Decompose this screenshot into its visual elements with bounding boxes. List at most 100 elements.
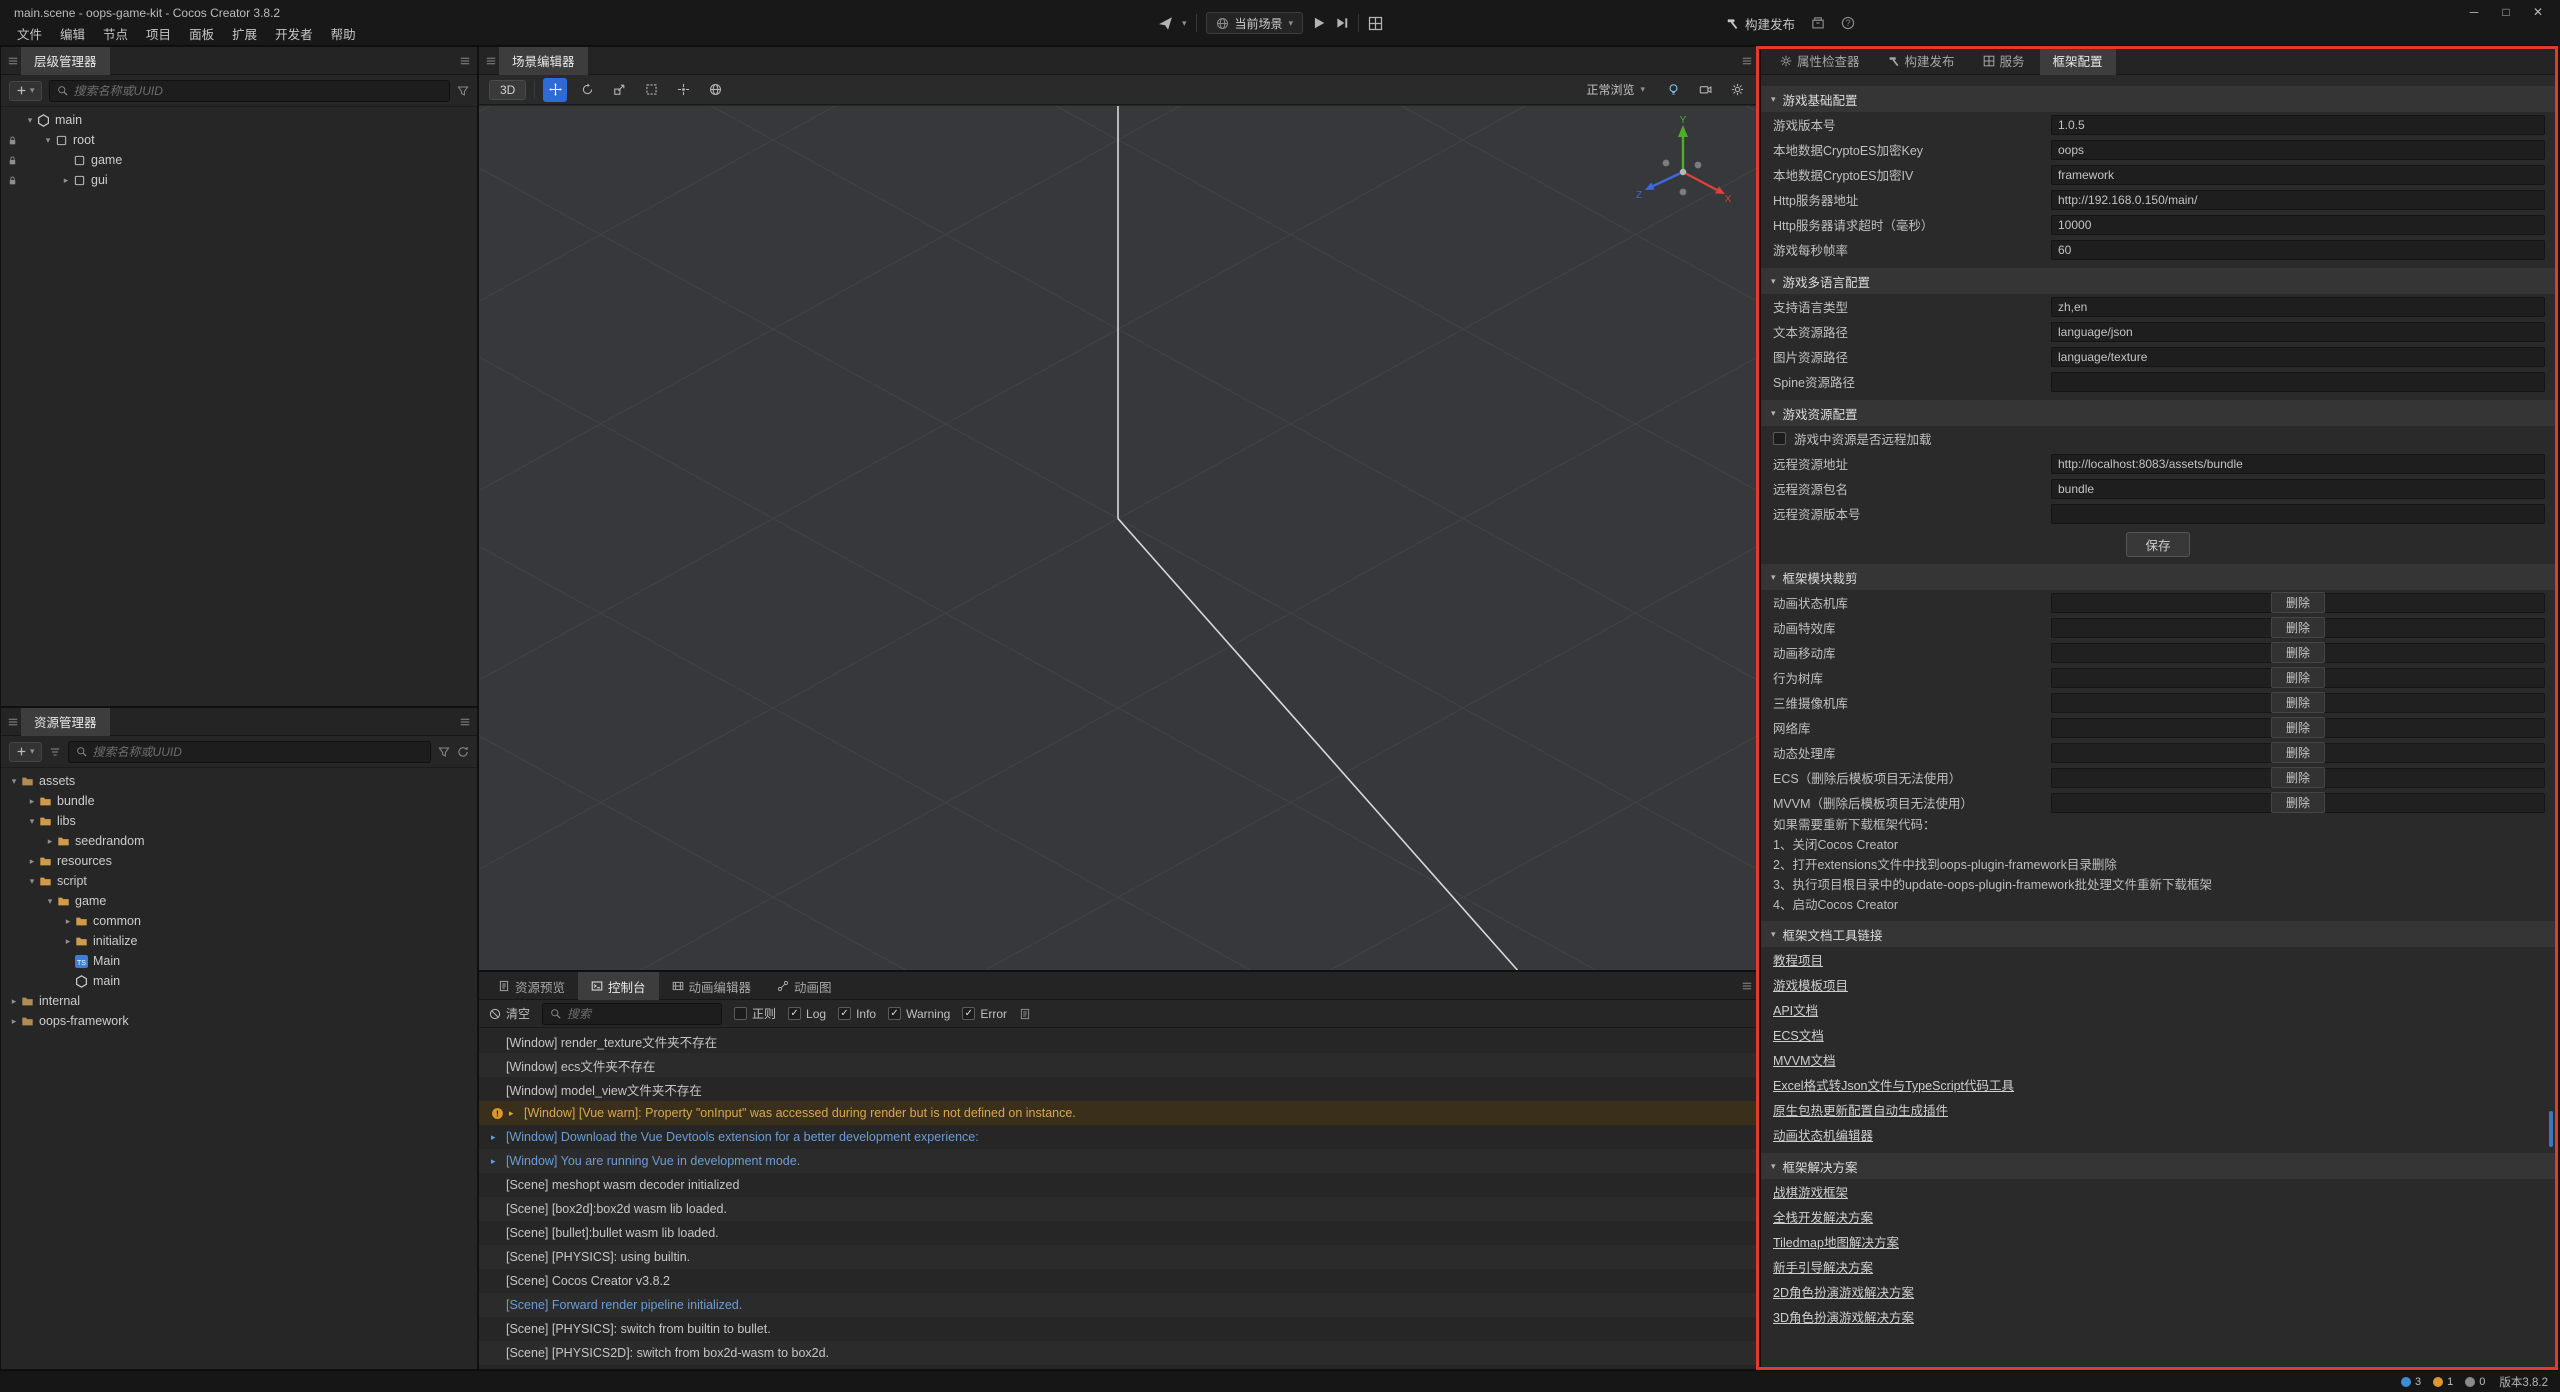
- rotate-tool[interactable]: [575, 78, 599, 102]
- lighting-toggle[interactable]: [1661, 78, 1685, 102]
- doc-link[interactable]: Excel格式转Json文件与TypeScript代码工具: [1773, 1075, 2014, 1094]
- property-input[interactable]: [2051, 372, 2545, 392]
- log-row[interactable]: [Scene] Cocos Creator v3.8.2: [479, 1269, 1759, 1293]
- section-header-solutions[interactable]: ▾ 框架解决方案: [1761, 1153, 2555, 1179]
- tree-node[interactable]: ▸gui: [1, 170, 477, 190]
- filter-error[interactable]: Error: [962, 1007, 1007, 1021]
- assets-search-input[interactable]: [93, 745, 423, 759]
- property-input[interactable]: [2051, 140, 2545, 160]
- hierarchy-search[interactable]: [49, 80, 450, 102]
- more-menu-icon[interactable]: [459, 55, 471, 67]
- build-publish-button[interactable]: 构建发布: [1726, 14, 1795, 33]
- scene-settings-button[interactable]: [1725, 78, 1749, 102]
- tree-node[interactable]: ▸resources: [1, 851, 477, 871]
- expander-icon[interactable]: ▸: [491, 1132, 506, 1143]
- mode-3d-button[interactable]: 3D: [489, 80, 526, 100]
- assets-search[interactable]: [68, 741, 431, 763]
- scrollbar-thumb[interactable]: [2549, 1111, 2553, 1147]
- property-input[interactable]: [2051, 297, 2545, 317]
- anchor-tool[interactable]: [671, 78, 695, 102]
- expand-arrow[interactable]: ▸: [25, 856, 39, 867]
- console-search-input[interactable]: [567, 1007, 722, 1021]
- property-input[interactable]: [2051, 115, 2545, 135]
- tab-assets[interactable]: 资源管理器: [21, 708, 110, 736]
- expand-arrow[interactable]: ▾: [41, 135, 55, 146]
- tab-服务[interactable]: 服务: [1970, 47, 2038, 75]
- tree-node[interactable]: ▸seedrandom: [1, 831, 477, 851]
- log-row[interactable]: [Window] render_texture文件夹不存在: [479, 1029, 1759, 1053]
- solution-link[interactable]: Tiledmap地图解决方案: [1773, 1232, 1899, 1251]
- preview-chevron-icon[interactable]: ▾: [1182, 18, 1187, 29]
- filter-icon[interactable]: [457, 85, 469, 97]
- regex-checkbox[interactable]: [734, 1007, 747, 1020]
- tab-scene-editor[interactable]: 场景编辑器: [499, 47, 588, 75]
- log-row[interactable]: [Scene] [PHYSICS]: using builtin.: [479, 1245, 1759, 1269]
- tab-框架配置[interactable]: 框架配置: [2040, 47, 2116, 75]
- tree-node[interactable]: ▸oops-framework: [1, 1011, 477, 1031]
- section-header-docs-links[interactable]: ▾ 框架文档工具链接: [1761, 921, 2555, 947]
- more-menu-icon[interactable]: [1741, 55, 1753, 67]
- more-menu-icon[interactable]: [1741, 980, 1753, 992]
- filter-icon[interactable]: [438, 746, 450, 758]
- tree-node[interactable]: ▾main: [1, 110, 477, 130]
- hierarchy-search-input[interactable]: [74, 84, 442, 98]
- tree-node[interactable]: ▸internal: [1, 991, 477, 1011]
- delete-button[interactable]: 删除: [2271, 592, 2325, 613]
- doc-link[interactable]: API文档: [1773, 1000, 1818, 1019]
- property-input[interactable]: [2051, 165, 2545, 185]
- expand-arrow[interactable]: ▸: [61, 936, 75, 947]
- tree-node[interactable]: ▸bundle: [1, 791, 477, 811]
- tree-node[interactable]: ▾assets: [1, 771, 477, 791]
- log-row[interactable]: ▸[Window] Download the Vue Devtools exte…: [479, 1125, 1759, 1149]
- panel-menu-icon[interactable]: [7, 716, 19, 728]
- tree-node[interactable]: game: [1, 150, 477, 170]
- panel-menu-icon[interactable]: [485, 55, 497, 67]
- delete-button[interactable]: 删除: [2271, 667, 2325, 688]
- log-row[interactable]: !▸[Window] [Vue warn]: Property "onInput…: [479, 1101, 1759, 1125]
- more-menu-icon[interactable]: [459, 716, 471, 728]
- close-button[interactable]: ✕: [2522, 0, 2554, 24]
- solution-link[interactable]: 战棋游戏框架: [1773, 1182, 1848, 1201]
- orientation-gizmo[interactable]: Y X Z: [1631, 116, 1731, 216]
- doc-link[interactable]: ECS文档: [1773, 1025, 1824, 1044]
- checkbox-error[interactable]: [962, 1007, 975, 1020]
- create-node-button[interactable]: ▾: [9, 81, 42, 101]
- menu-item[interactable]: 编辑: [51, 23, 94, 44]
- log-row[interactable]: [Scene] meshopt wasm decoder initialized: [479, 1173, 1759, 1197]
- expand-arrow[interactable]: ▸: [59, 175, 73, 186]
- layout-grid-icon[interactable]: [1368, 16, 1383, 31]
- log-file-icon[interactable]: [1019, 1008, 1031, 1020]
- filter-warning[interactable]: Warning: [888, 1007, 950, 1021]
- tree-node[interactable]: ▾libs: [1, 811, 477, 831]
- menu-item[interactable]: 开发者: [266, 23, 322, 44]
- doc-link[interactable]: 游戏模板项目: [1773, 975, 1848, 994]
- tree-node[interactable]: TSMain: [1, 951, 477, 971]
- section-header-resource-config[interactable]: ▾ 游戏资源配置: [1761, 400, 2555, 426]
- tree-node[interactable]: main: [1, 971, 477, 991]
- preview-icon[interactable]: [1158, 16, 1173, 31]
- doc-link[interactable]: 教程项目: [1773, 950, 1823, 969]
- delete-button[interactable]: 删除: [2271, 767, 2325, 788]
- sort-icon[interactable]: [49, 746, 61, 758]
- delete-button[interactable]: 删除: [2271, 617, 2325, 638]
- property-input[interactable]: [2051, 454, 2545, 474]
- expand-arrow[interactable]: ▾: [7, 776, 21, 787]
- minimize-button[interactable]: ─: [2458, 0, 2490, 24]
- expander-icon[interactable]: ▸: [491, 1156, 506, 1167]
- tab-动画编辑器[interactable]: 动画编辑器: [659, 972, 765, 1000]
- menu-item[interactable]: 面板: [180, 23, 223, 44]
- doc-link[interactable]: MVVM文档: [1773, 1050, 1836, 1069]
- create-asset-button[interactable]: ▾: [9, 742, 42, 762]
- panel-menu-icon[interactable]: [7, 55, 19, 67]
- log-row[interactable]: [Scene] [box2d]:box2d wasm lib loaded.: [479, 1197, 1759, 1221]
- save-button[interactable]: 保存: [2126, 532, 2189, 557]
- solution-link[interactable]: 新手引导解决方案: [1773, 1257, 1873, 1276]
- tab-hierarchy[interactable]: 层级管理器: [21, 47, 110, 75]
- doc-link[interactable]: 动画状态机编辑器: [1773, 1125, 1873, 1144]
- delete-button[interactable]: 删除: [2271, 692, 2325, 713]
- property-input[interactable]: [2051, 504, 2545, 524]
- tree-node[interactable]: ▸initialize: [1, 931, 477, 951]
- maximize-button[interactable]: □: [2490, 0, 2522, 24]
- expand-arrow[interactable]: ▾: [25, 876, 39, 887]
- property-input[interactable]: [2051, 322, 2545, 342]
